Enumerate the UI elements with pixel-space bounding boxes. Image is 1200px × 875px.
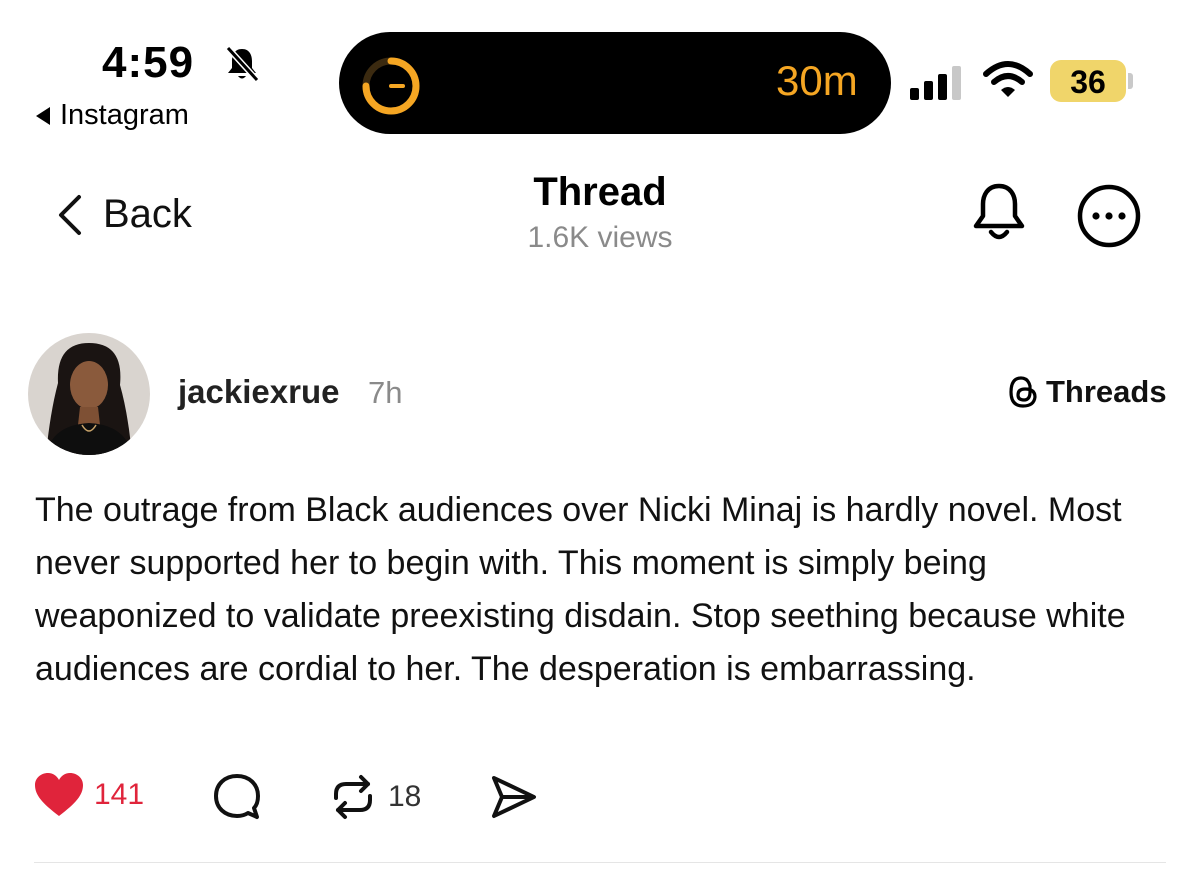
reply-button[interactable] [212, 772, 262, 822]
threads-source-label: Threads [1046, 374, 1167, 409]
share-button[interactable] [488, 772, 540, 822]
timer-icon [362, 57, 420, 115]
battery-cap [1128, 73, 1133, 89]
like-button[interactable]: 141 [34, 772, 144, 818]
repost-count: 18 [388, 780, 422, 813]
heart-icon [35, 773, 83, 816]
back-triangle-icon [36, 106, 50, 125]
post-actions: 141 18 [34, 772, 634, 832]
post-time: 7h [368, 375, 403, 410]
post-username[interactable]: jackiexrue [178, 373, 339, 411]
back-app-label: Instagram [60, 99, 189, 131]
avatar[interactable] [28, 333, 150, 455]
repost-button[interactable]: 18 [328, 772, 421, 822]
like-count: 141 [94, 778, 145, 811]
wifi-icon [983, 61, 1033, 97]
status-time: 4:59 [102, 38, 195, 87]
back-to-app-link[interactable]: Instagram [36, 99, 189, 132]
avatar-image [28, 333, 150, 455]
threads-source-link[interactable]: Threads [1006, 374, 1167, 410]
signal-icon [910, 66, 961, 100]
divider [34, 862, 1166, 863]
send-icon [492, 776, 536, 818]
comment-icon [214, 774, 260, 819]
battery-level: 36 [1070, 64, 1106, 100]
bell-slash-icon [225, 45, 260, 83]
island-timer-text: 30m [776, 57, 858, 104]
battery-icon: 36 [1050, 60, 1126, 102]
post-body: The outrage from Black audiences over Ni… [35, 491, 1126, 688]
more-icon[interactable] [1076, 183, 1142, 249]
bell-icon[interactable] [968, 180, 1030, 244]
repost-icon [334, 775, 372, 819]
threads-logo-icon [1009, 376, 1037, 408]
